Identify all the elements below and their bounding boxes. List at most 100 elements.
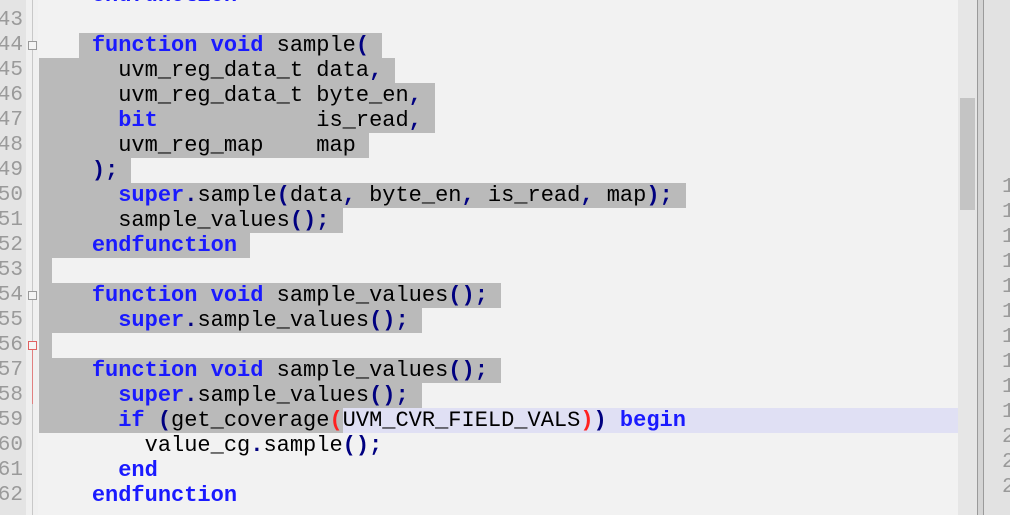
operator-token: (); [369, 308, 409, 333]
line-text: endfunction [39, 0, 237, 8]
line-number: 19 [1002, 401, 1010, 424]
line-number: 46 [0, 84, 23, 107]
code-line[interactable]: endfunction [39, 0, 686, 8]
code-editor[interactable]: endfunction function void sample( uvm_re… [39, 0, 958, 515]
code-line[interactable]: endfunction [39, 233, 686, 258]
fold-range-line [32, 350, 33, 404]
code-line[interactable]: uvm_reg_map map [39, 133, 686, 158]
keyword-token: void [210, 358, 264, 383]
code-line[interactable]: function void sample( [39, 33, 686, 58]
selection-highlight [39, 258, 53, 283]
fold-toggle-icon[interactable] [28, 341, 37, 350]
code-line[interactable]: bit is_read, [39, 108, 686, 133]
line-text: sample_values(); [39, 208, 329, 233]
operator-token: ( [276, 183, 290, 208]
code-token: data [289, 183, 343, 208]
code-line[interactable] [39, 258, 686, 283]
code-token: get_coverage [171, 408, 330, 433]
code-token: map [593, 183, 647, 208]
keyword-token: function [91, 283, 198, 308]
line-text: function void sample( [39, 33, 369, 58]
code-line[interactable]: ); [39, 158, 686, 183]
code-token: UVM_CVR_FIELD_VALS [342, 408, 581, 433]
code-line[interactable]: function void sample_values(); [39, 358, 686, 383]
operator-token: ( [157, 408, 172, 433]
fold-toggle-icon[interactable] [28, 41, 37, 50]
line-number: 22 [1002, 476, 1010, 499]
line-text: function void sample_values(); [39, 283, 488, 308]
line-number: 55 [0, 309, 23, 332]
line-number: 62 [0, 484, 23, 507]
line-text: uvm_reg_data_t byte_en, [39, 83, 422, 108]
code-line[interactable]: super.sample_values(); [39, 383, 686, 408]
operator-token: (); [448, 283, 488, 308]
line-number: 17 [1002, 351, 1010, 374]
line-number: 43 [0, 9, 23, 32]
line-text: end [39, 458, 158, 483]
code-line[interactable]: super.sample_values(); [39, 308, 686, 333]
pane-splitter[interactable] [977, 0, 984, 515]
line-number: 15 [1002, 301, 1010, 324]
operator-token: ); [646, 183, 673, 208]
code-line[interactable]: end [39, 458, 686, 483]
operator-token: ( [355, 33, 370, 58]
code-line[interactable] [39, 333, 686, 358]
code-line[interactable]: sample_values(); [39, 208, 686, 233]
keyword-token: end [118, 458, 158, 483]
code-token: uvm_reg_data_t byte_en [39, 83, 409, 108]
operator-token: (); [448, 358, 488, 383]
keyword-token: void [210, 283, 264, 308]
line-number: 21 [1002, 451, 1010, 474]
fold-margin[interactable] [26, 0, 38, 515]
fold-toggle-icon[interactable] [28, 291, 37, 300]
code-line[interactable] [39, 8, 686, 33]
code-lines: endfunction function void sample( uvm_re… [39, 0, 958, 508]
code-line[interactable]: uvm_reg_data_t data, [39, 58, 686, 83]
code-token: is_read [157, 108, 409, 133]
operator-token: , [342, 183, 356, 208]
code-token: sample_values [39, 208, 290, 233]
code-line[interactable]: uvm_reg_data_t byte_en, [39, 83, 686, 108]
code-line[interactable]: value_cg.sample(); [39, 433, 686, 458]
selection-highlight [39, 333, 53, 358]
code-line[interactable]: if (get_coverage(UVM_CVR_FIELD_VALS)) be… [39, 408, 958, 433]
operator-token: . [184, 383, 198, 408]
scrollbar-thumb[interactable] [960, 98, 975, 210]
keyword-token: begin [619, 408, 686, 433]
keyword-token: function [91, 358, 198, 383]
code-line[interactable]: super.sample(data, byte_en, is_read, map… [39, 183, 686, 208]
line-number: 53 [0, 259, 23, 282]
operator-token: . [250, 433, 264, 458]
line-number: 44 [0, 34, 23, 57]
keyword-token: super [118, 183, 185, 208]
code-line[interactable]: endfunction [39, 483, 686, 508]
vertical-scrollbar[interactable] [958, 0, 977, 515]
line-number: 12 [1002, 226, 1010, 249]
line-text: uvm_reg_data_t data, [39, 58, 382, 83]
code-token: sample_values [197, 383, 370, 408]
line-number: 16 [1002, 326, 1010, 349]
line-text: uvm_reg_map map [39, 133, 356, 158]
operator-token: . [184, 183, 198, 208]
line-number: 51 [0, 209, 23, 232]
code-token: value_cg [39, 433, 251, 458]
code-token: uvm_reg_data_t data [39, 58, 370, 83]
operator-token: (); [342, 433, 383, 458]
operator-token: ); [91, 158, 119, 183]
code-line[interactable]: function void sample_values(); [39, 283, 686, 308]
secondary-editor-pane[interactable]: 10111213141516171819202122 [984, 0, 1010, 515]
code-token: sample_values [263, 283, 449, 308]
matched-brace-token: ( [329, 408, 343, 433]
operator-token: (); [369, 383, 409, 408]
line-text: endfunction [39, 483, 237, 508]
line-number: 47 [0, 109, 23, 132]
line-text: super.sample_values(); [39, 308, 409, 333]
line-text: function void sample_values(); [39, 358, 488, 383]
